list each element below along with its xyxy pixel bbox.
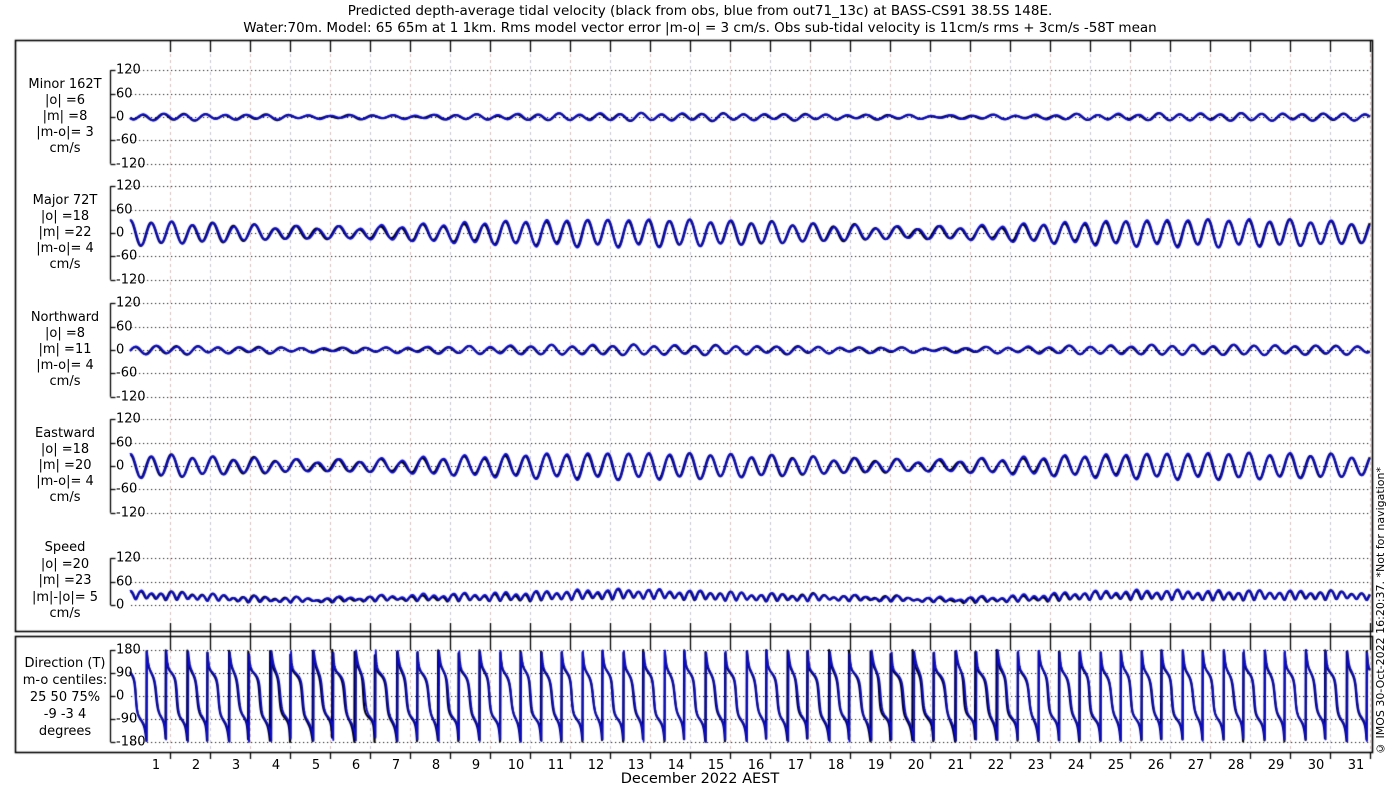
- y-tick-label-direction: 180: [116, 642, 141, 658]
- tidal-plot-canvas: [0, 0, 1400, 800]
- panel-label-line: |m-o|= 3: [36, 125, 94, 140]
- panel-label-line: degrees: [38, 724, 92, 739]
- y-tick-label-major: -120: [116, 272, 146, 288]
- y-tick-label-speed: 60: [116, 574, 133, 590]
- y-tick-label-northward: 120: [116, 295, 141, 311]
- y-tick-label-northward: 60: [116, 319, 133, 335]
- panel-label-line: cm/s: [49, 374, 81, 389]
- y-tick-label-minor: 0: [116, 109, 125, 125]
- day-tick-label: 29: [1267, 758, 1285, 773]
- panel-label-major: Major 72T |o| =18 |m| =22 |m-o|= 4 cm/s: [10, 193, 120, 273]
- y-tick-label-direction: -180: [116, 734, 146, 750]
- y-tick-label-northward: 0: [116, 342, 125, 358]
- y-tick-label-direction: 0: [116, 688, 125, 704]
- figure-subtitle: Water:70m. Model: 65 65m at 1 1km. Rms m…: [243, 20, 1157, 36]
- panel-label-line: |m| =22: [38, 225, 92, 240]
- panel-label-minor: Minor 162T |o| =6 |m| =8 |m-o|= 3 cm/s: [10, 77, 120, 157]
- y-tick-label-speed: 120: [116, 550, 141, 566]
- panel-label-direction: Direction (T) m-o centiles: 25 50 75% -9 -3…: [10, 655, 120, 740]
- y-tick-label-major: -60: [116, 248, 138, 264]
- day-tick-label: 24: [1067, 758, 1085, 773]
- panel-label-line: Northward: [30, 310, 100, 325]
- y-tick-label-eastward: 0: [116, 458, 125, 474]
- panel-label-line: |m|-|o|= 5: [31, 589, 99, 605]
- day-tick-label: 3: [231, 758, 241, 773]
- panel-label-line: |m| =8: [42, 109, 88, 124]
- day-tick-label: 31: [1347, 758, 1365, 773]
- y-tick-label-speed: 0: [116, 597, 125, 613]
- day-tick-label: 28: [1227, 758, 1245, 773]
- panel-label-line: |m-o|= 4: [36, 241, 94, 256]
- y-tick-label-minor: 60: [116, 86, 133, 102]
- y-tick-label-minor: -120: [116, 156, 146, 172]
- panel-label-line: cm/s: [49, 606, 81, 621]
- figure-title: Predicted depth-average tidal velocity (…: [347, 3, 1053, 19]
- panel-label-line: |o| =20: [40, 556, 90, 572]
- imos-watermark: © IMOS 30-Oct-2022 16:20:37. *Not for na…: [1374, 467, 1387, 755]
- y-tick-label-minor: 120: [116, 62, 141, 78]
- panel-label-line: Minor 162T: [28, 77, 102, 92]
- y-tick-label-major: 120: [116, 178, 141, 194]
- y-tick-label-northward: -60: [116, 365, 138, 381]
- panel-label-line: |o| =18: [40, 209, 90, 224]
- day-tick-label: 2: [191, 758, 201, 773]
- y-tick-label-direction: 90: [116, 665, 133, 681]
- panel-label-line: |m| =20: [38, 458, 92, 473]
- panel-label-line: |m| =11: [38, 342, 92, 357]
- panel-label-line: m-o centiles:: [22, 673, 108, 688]
- panel-label-line: 25 50 75%: [29, 690, 101, 705]
- y-tick-label-major: 0: [116, 225, 125, 241]
- y-tick-label-major: 60: [116, 202, 133, 218]
- panel-label-line: |o| =6: [44, 93, 85, 108]
- panel-label-speed: Speed |o| =20 |m| =23 |m|-|o|= 5 cm/s: [10, 540, 120, 623]
- panel-label-line: Direction (T): [24, 656, 106, 671]
- tidal-velocity-figure: Predicted depth-average tidal velocity (…: [0, 0, 1400, 800]
- panel-label-line: cm/s: [49, 490, 81, 505]
- y-tick-label-northward: -120: [116, 389, 146, 405]
- day-tick-label: 26: [1147, 758, 1165, 773]
- panel-label-line: Major 72T: [32, 193, 98, 208]
- y-tick-label-eastward: -60: [116, 481, 138, 497]
- panel-label-line: cm/s: [49, 257, 81, 272]
- panel-label-line: Eastward: [34, 426, 96, 441]
- y-tick-label-eastward: -120: [116, 505, 146, 521]
- panel-label-line: |o| =18: [40, 442, 90, 457]
- panel-label-line: Speed: [44, 540, 86, 555]
- panel-label-northward: Northward |o| =8 |m| =11 |m-o|= 4 cm/s: [10, 310, 120, 390]
- panel-label-line: |m-o|= 4: [36, 358, 94, 373]
- panel-label-eastward: Eastward |o| =18 |m| =20 |m-o|= 4 cm/s: [10, 426, 120, 506]
- day-tick-label: 25: [1107, 758, 1125, 773]
- day-tick-label: 27: [1187, 758, 1205, 773]
- day-tick-label: 5: [311, 758, 321, 773]
- day-tick-label: 30: [1307, 758, 1325, 773]
- panel-label-line: |m-o|= 4: [36, 474, 94, 489]
- y-tick-label-minor: -60: [116, 132, 138, 148]
- y-tick-label-direction: -90: [116, 711, 138, 727]
- panel-label-line: cm/s: [49, 141, 81, 156]
- day-tick-label: 4: [271, 758, 281, 773]
- y-tick-label-eastward: 120: [116, 411, 141, 427]
- day-tick-label: 1: [151, 758, 161, 773]
- day-tick-label: 23: [1027, 758, 1045, 773]
- day-tick-label: 6: [351, 758, 361, 773]
- x-axis-label: December 2022 AEST: [620, 771, 780, 787]
- y-tick-label-eastward: 60: [116, 435, 133, 451]
- panel-label-line: |o| =8: [44, 326, 85, 341]
- panel-label-line: -9 -3 4: [43, 707, 87, 722]
- panel-label-line: |m| =23: [38, 573, 92, 588]
